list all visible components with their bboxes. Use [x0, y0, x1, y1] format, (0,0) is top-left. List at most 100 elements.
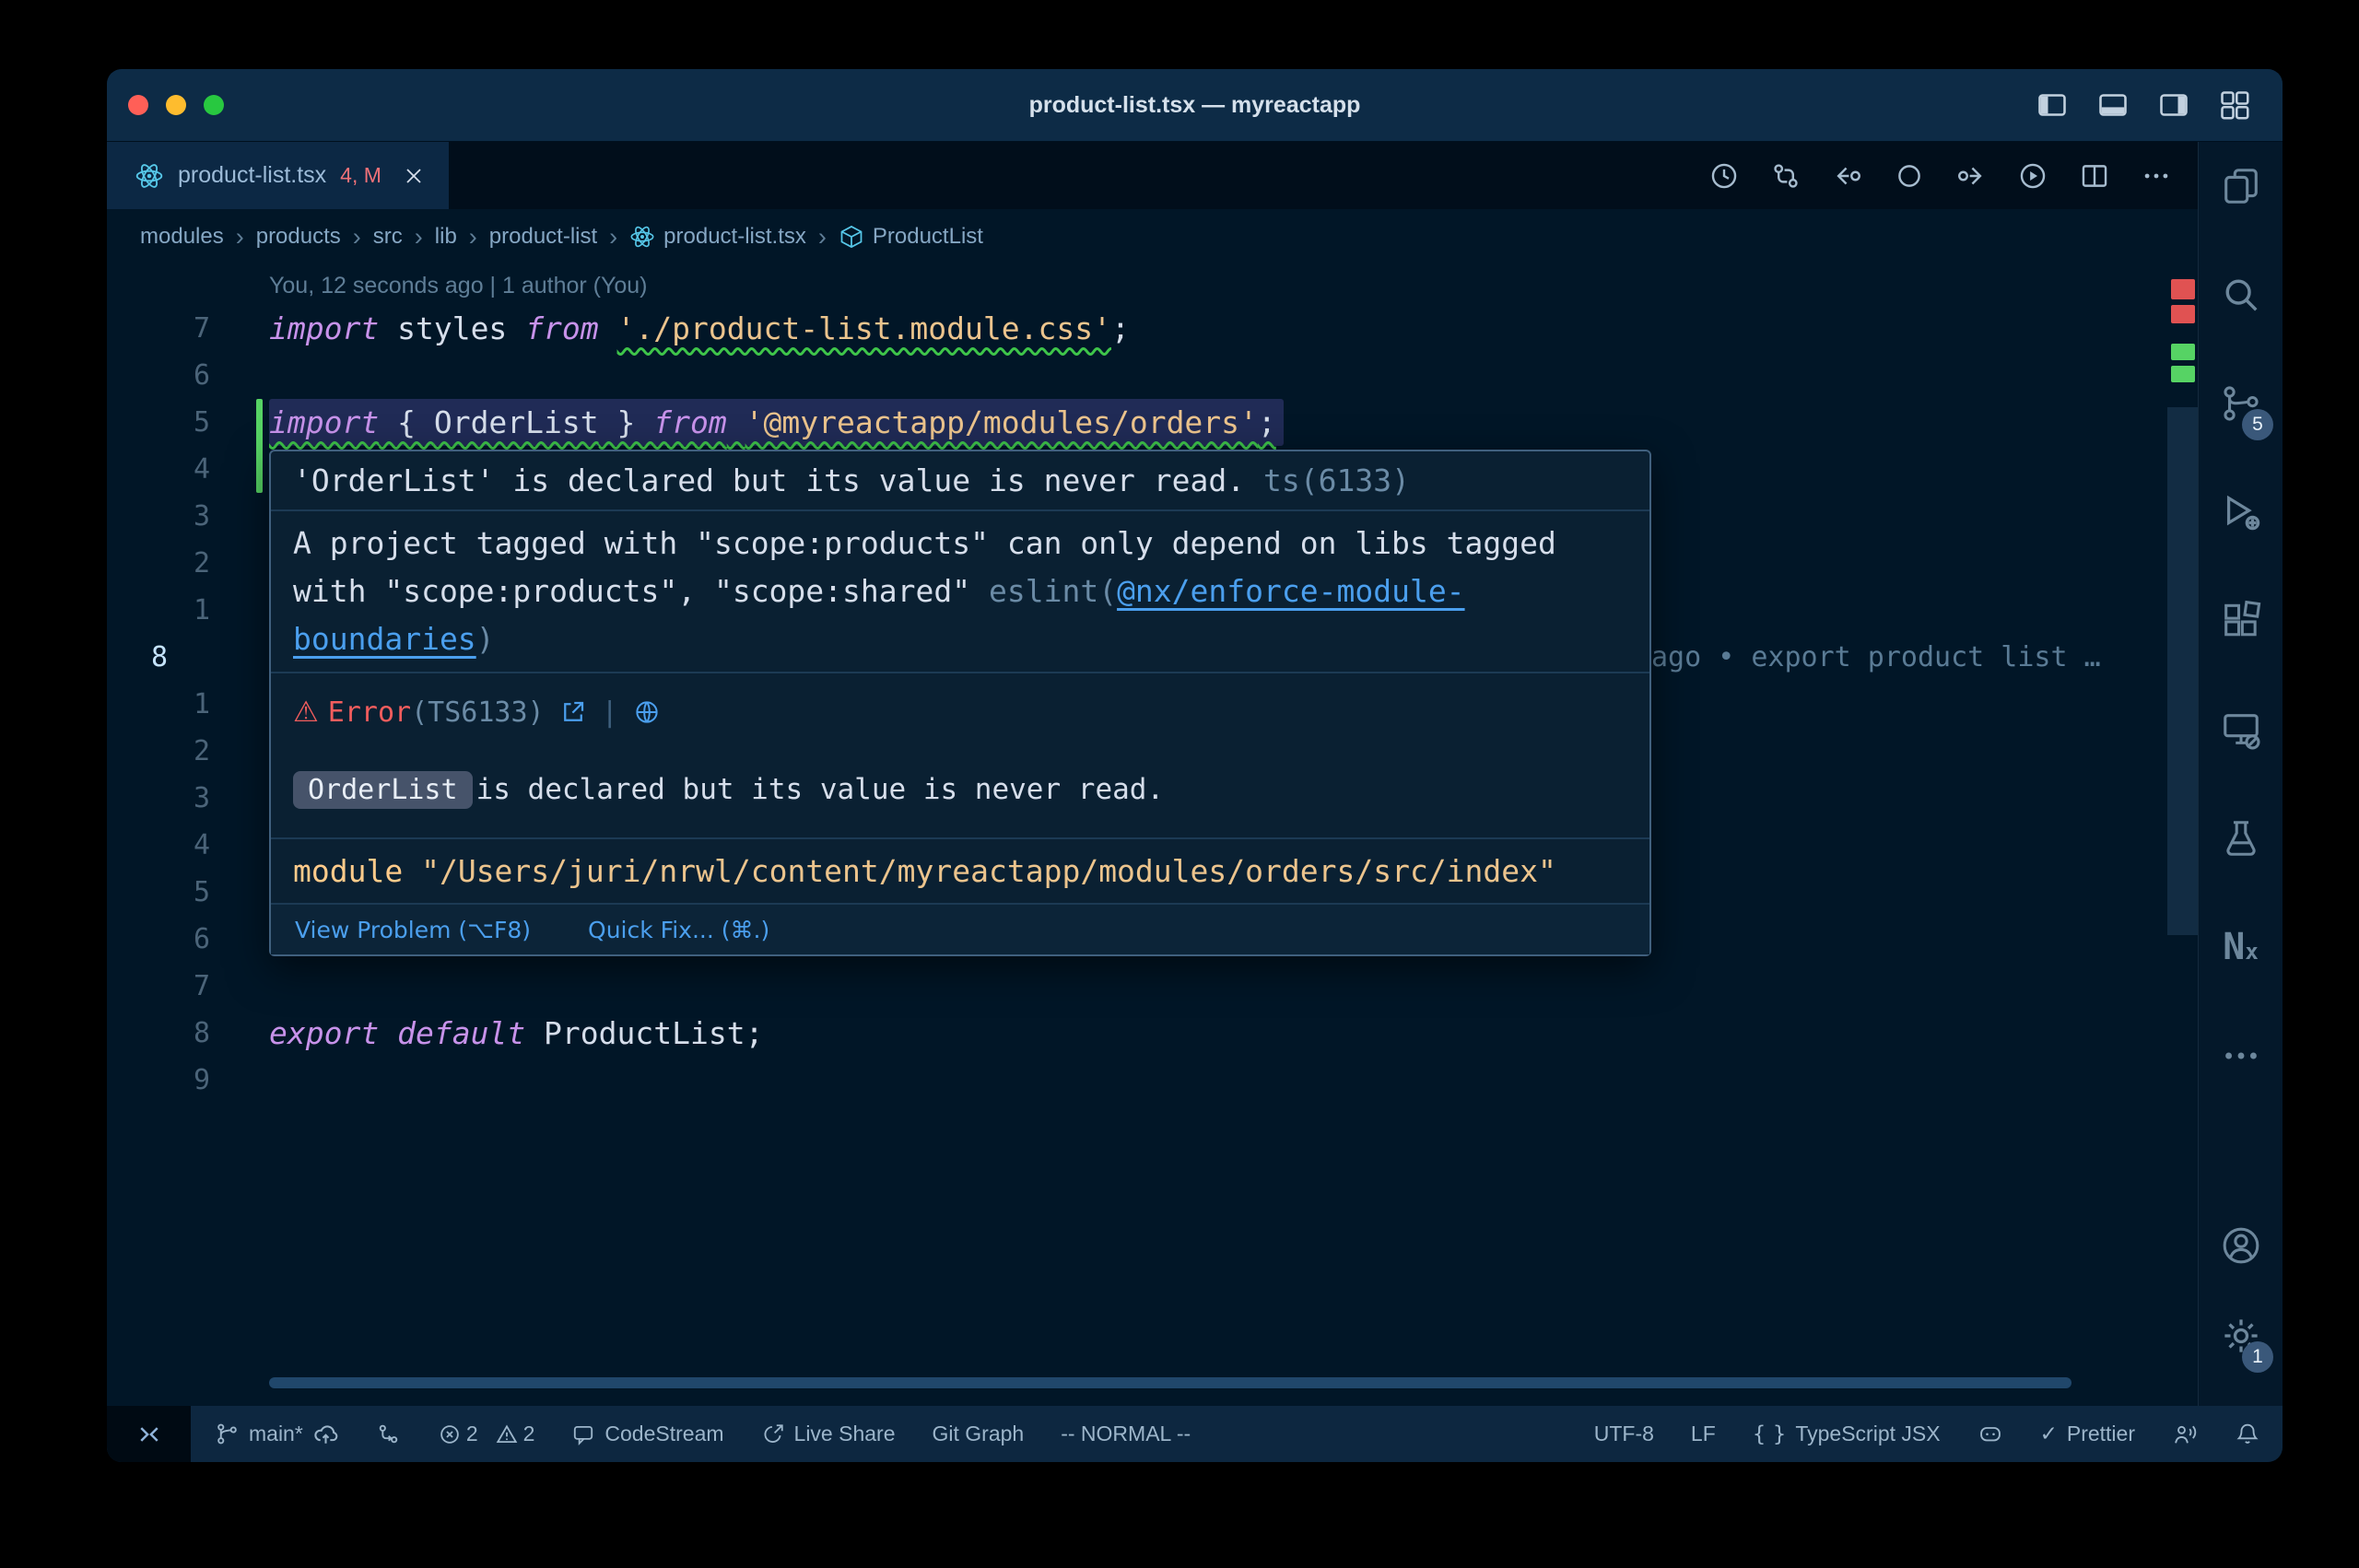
feedback-icon[interactable]: [2172, 1422, 2198, 1447]
git-blame-codelens[interactable]: You, 12 seconds ago | 1 author (You): [269, 266, 648, 305]
line-number: 7: [107, 305, 245, 352]
titlebar: product-list.tsx — myreactapp: [107, 69, 2283, 142]
toggle-secondary-sidebar-icon[interactable]: [2157, 88, 2190, 122]
warning-count-icon: [495, 1422, 519, 1446]
vim-mode-indicator[interactable]: -- NORMAL --: [1061, 1422, 1191, 1446]
problems-item[interactable]: 2 2: [438, 1422, 535, 1446]
react-file-icon: [629, 224, 655, 250]
error-severity: Error: [328, 696, 411, 729]
horizontal-scrollbar[interactable]: [269, 1377, 2071, 1388]
testing-beaker-icon[interactable]: [2199, 805, 2283, 872]
circle-outline-icon[interactable]: [1894, 160, 1925, 192]
breadcrumb-file[interactable]: product-list.tsx: [629, 224, 806, 250]
breadcrumb-modules[interactable]: modules: [140, 224, 224, 250]
open-external-icon[interactable]: [559, 698, 587, 726]
settings-badge: 1: [2242, 1341, 2273, 1373]
remote-explorer-icon[interactable]: [2199, 696, 2283, 763]
encoding-item[interactable]: UTF-8: [1594, 1422, 1654, 1446]
line-number: 4: [107, 446, 245, 493]
chevron-separator: ›: [353, 225, 361, 250]
tab-problems-badge: 4, M: [340, 163, 381, 188]
code-line-empty[interactable]: [269, 1057, 2161, 1104]
diagnostic-eslint-message: A project tagged with "scope:products" c…: [271, 509, 1649, 672]
notifications-bell-icon[interactable]: [2235, 1422, 2260, 1447]
language-mode-item[interactable]: { } TypeScript JSX: [1753, 1422, 1941, 1446]
toggle-sidebar-icon[interactable]: [2036, 88, 2069, 122]
navigate-back-icon[interactable]: [1832, 160, 1863, 192]
remote-indicator[interactable]: [107, 1406, 191, 1462]
chevron-separator: ›: [236, 225, 244, 250]
run-debug-icon[interactable]: [2199, 479, 2283, 545]
inline-blame-annotation: ago • export product list …: [1651, 634, 2101, 681]
prettier-item[interactable]: ✓ Prettier: [2040, 1422, 2135, 1446]
share-icon: [761, 1422, 785, 1446]
line-number-gutter: 7 6 5 4 3 2 1 8 1 2 3 4 5 6 7 8 9: [107, 305, 245, 1104]
tab-product-list[interactable]: product-list.tsx 4, M: [107, 142, 449, 209]
nx-console-icon[interactable]: Nx: [2199, 914, 2283, 980]
zoom-window-button[interactable]: [204, 95, 224, 115]
toggle-panel-icon[interactable]: [2096, 88, 2130, 122]
breadcrumb-lib[interactable]: lib: [435, 224, 457, 250]
additional-views-icon[interactable]: [2199, 1023, 2283, 1089]
breadcrumb-product-list[interactable]: product-list: [489, 224, 597, 250]
error-count-icon: [438, 1422, 462, 1446]
close-window-button[interactable]: [128, 95, 148, 115]
live-share-item[interactable]: Live Share: [761, 1422, 896, 1446]
quick-fix-link[interactable]: Quick Fix... (⌘.): [588, 917, 769, 943]
minimize-window-button[interactable]: [166, 95, 186, 115]
globe-icon[interactable]: [633, 698, 661, 726]
react-file-icon: [135, 161, 164, 191]
copilot-icon[interactable]: [1978, 1422, 2003, 1447]
git-graph-item[interactable]: Git Graph: [933, 1422, 1025, 1446]
vscode-window: product-list.tsx — myreactapp: [107, 69, 2283, 1462]
breadcrumb: modules › products › src › lib › product…: [107, 209, 2198, 264]
line-number: 6: [107, 352, 245, 399]
warning-triangle-icon: ⚠: [293, 696, 319, 729]
code-line-empty[interactable]: [269, 352, 2161, 399]
activity-bar: 5 Nx: [2198, 142, 2283, 1406]
breadcrumb-src[interactable]: src: [373, 224, 403, 250]
more-actions-icon[interactable]: [2141, 160, 2172, 192]
traffic-lights: [107, 95, 224, 115]
eol-item[interactable]: LF: [1691, 1422, 1716, 1446]
search-icon[interactable]: [2199, 262, 2283, 328]
symbol-chip: OrderList: [293, 771, 473, 809]
code-line-import-styles[interactable]: import styles from './product-list.modul…: [269, 305, 2161, 352]
change-marker: [2171, 344, 2195, 360]
source-control-icon[interactable]: 5: [2199, 370, 2283, 437]
split-editor-icon[interactable]: [2079, 160, 2110, 192]
breadcrumb-symbol[interactable]: ProductList: [839, 224, 983, 250]
symbol-cube-icon: [839, 224, 864, 250]
line-number: 1: [107, 681, 245, 728]
settings-gear-icon[interactable]: 1: [2199, 1303, 2283, 1369]
code-line-empty[interactable]: [269, 963, 2161, 1010]
git-added-change-bar: [256, 399, 263, 493]
line-number: 2: [107, 728, 245, 775]
line-number: 5: [107, 399, 245, 446]
hover-actions: View Problem (⌥F8) Quick Fix... (⌘.): [271, 903, 1649, 954]
line-number: 5: [107, 869, 245, 916]
code-editor[interactable]: You, 12 seconds ago | 1 author (You) 7 6…: [107, 264, 2198, 1406]
customize-layout-icon[interactable]: [2218, 88, 2251, 122]
divider: |: [602, 696, 618, 729]
close-tab-icon[interactable]: [403, 165, 425, 187]
extensions-icon[interactable]: [2199, 588, 2283, 654]
editor-toolbar: [1708, 142, 2198, 209]
chevron-separator: ›: [469, 225, 477, 250]
breadcrumb-products[interactable]: products: [256, 224, 341, 250]
explorer-icon[interactable]: [2199, 153, 2283, 219]
run-file-icon[interactable]: [2017, 160, 2048, 192]
git-branch-item[interactable]: main*: [215, 1421, 339, 1447]
git-compare-item[interactable]: [376, 1422, 401, 1446]
account-icon[interactable]: [2199, 1212, 2283, 1279]
vertical-scrollbar[interactable]: [2167, 407, 2198, 935]
timeline-history-icon[interactable]: [1708, 160, 1740, 192]
chevron-separator: ›: [609, 225, 617, 250]
code-line-import-orders[interactable]: import { OrderList } from '@myreactapp/m…: [269, 399, 2161, 446]
navigate-forward-icon[interactable]: [1955, 160, 1987, 192]
status-bar: main* 2 2: [107, 1406, 2283, 1462]
compare-changes-icon[interactable]: [1770, 160, 1802, 192]
codestream-item[interactable]: CodeStream: [571, 1422, 723, 1446]
view-problem-link[interactable]: View Problem (⌥F8): [295, 917, 531, 943]
code-line-export[interactable]: export default ProductList;: [269, 1010, 2161, 1057]
